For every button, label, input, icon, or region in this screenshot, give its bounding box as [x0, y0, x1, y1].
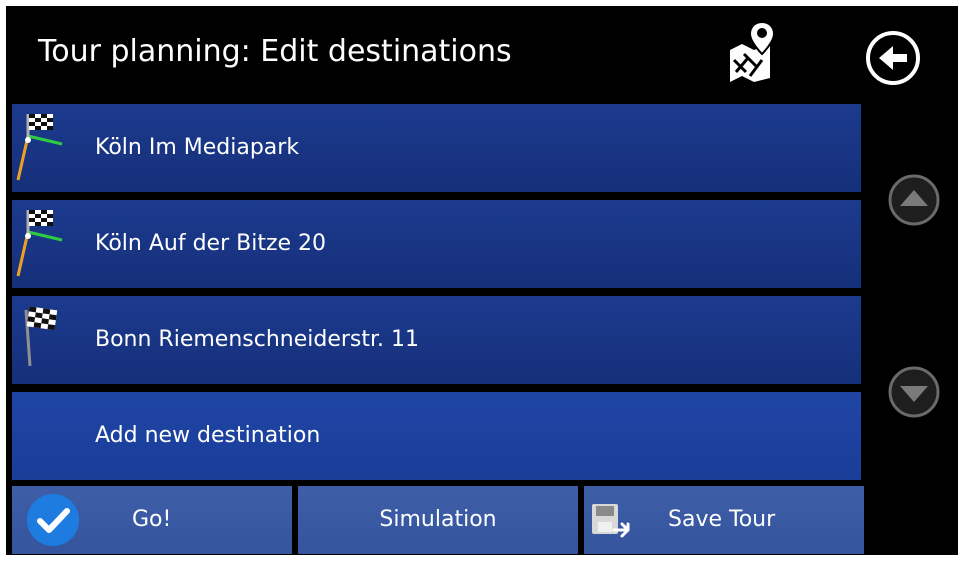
navigation-app: Tour planning: Edit destinations Köln Im…	[6, 6, 958, 555]
checkered-flag-icon	[24, 306, 58, 367]
go-label: Go!	[132, 507, 172, 532]
destination-label: Köln Im Mediapark	[95, 135, 300, 160]
add-destination-label: Add new destination	[95, 423, 321, 448]
destination-row[interactable]: Köln Im Mediapark	[12, 104, 861, 192]
destination-list: Köln Im Mediapark Köln Auf der Bitze 20 …	[12, 104, 861, 488]
checkered-flag-route-icon	[16, 114, 63, 181]
page-title: Tour planning: Edit destinations	[38, 34, 512, 69]
save-tour-button[interactable]: Save Tour	[584, 486, 864, 554]
save-tour-label: Save Tour	[668, 507, 776, 532]
go-button[interactable]: Go!	[12, 486, 292, 554]
scroll-up-icon[interactable]	[886, 172, 942, 228]
scroll-down-icon[interactable]	[886, 364, 942, 420]
checkered-flag-route-icon	[16, 210, 63, 277]
action-bar: Go! Simulation Save Tour	[12, 486, 864, 554]
destination-row[interactable]: Bonn Riemenschneiderstr. 11	[12, 296, 861, 384]
simulation-label: Simulation	[379, 507, 497, 532]
destination-row[interactable]: Köln Auf der Bitze 20	[12, 200, 861, 288]
screen: Tour planning: Edit destinations Köln Im…	[0, 0, 964, 561]
add-destination-button[interactable]: Add new destination	[12, 392, 861, 480]
simulation-button[interactable]: Simulation	[298, 486, 578, 554]
destination-label: Köln Auf der Bitze 20	[95, 231, 327, 256]
map-pin-icon[interactable]	[726, 20, 774, 82]
back-button[interactable]	[865, 30, 921, 86]
destination-label: Bonn Riemenschneiderstr. 11	[95, 327, 420, 352]
save-tour-icon	[592, 504, 630, 538]
checkmark-icon	[27, 494, 79, 546]
